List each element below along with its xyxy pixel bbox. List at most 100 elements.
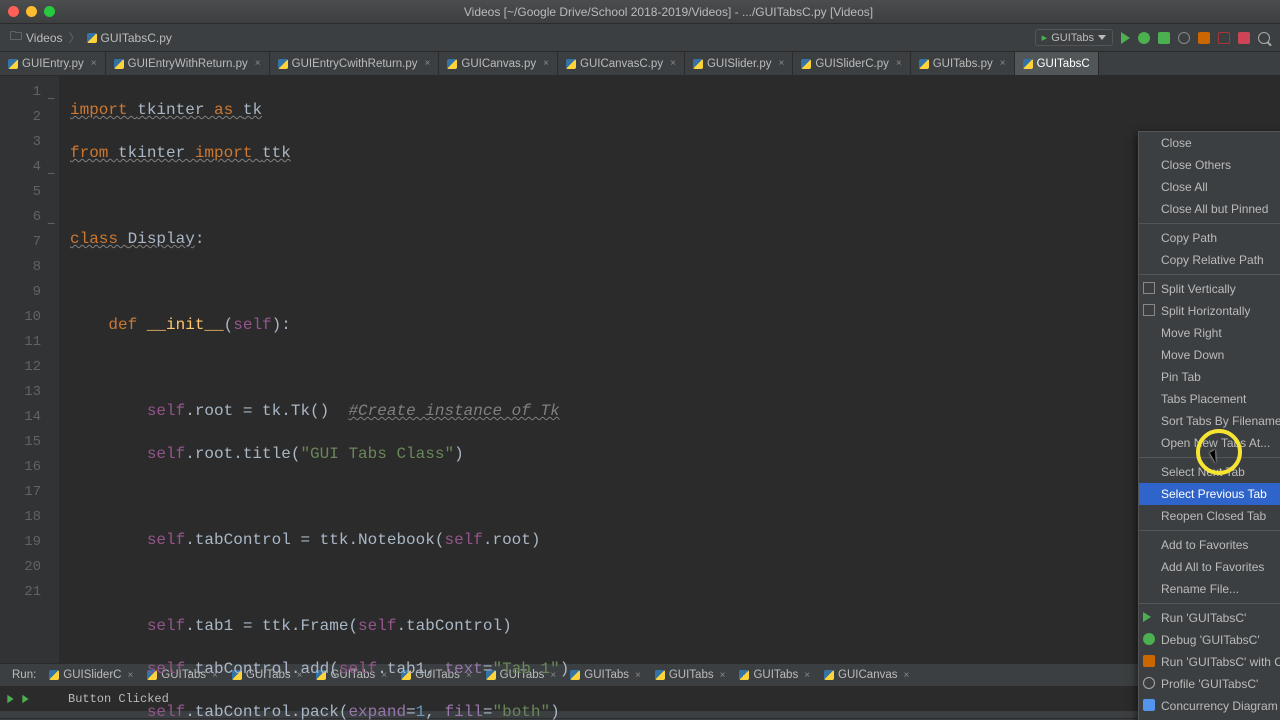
close-window-icon[interactable] bbox=[8, 6, 19, 17]
menu-item-split-vertically[interactable]: Split Vertically bbox=[1139, 278, 1280, 300]
menu-item-pin-tab[interactable]: Pin Tab bbox=[1139, 366, 1280, 388]
menu-item-reopen-closed-tab[interactable]: Reopen Closed Tab bbox=[1139, 505, 1280, 527]
menu-item-move-right[interactable]: Move Right bbox=[1139, 322, 1280, 344]
editor-tab[interactable]: GUITabs.py × bbox=[911, 52, 1015, 75]
python-file-icon bbox=[566, 59, 576, 69]
line-number: 16 bbox=[0, 455, 59, 480]
run-config-icon: ▸ bbox=[1042, 31, 1048, 44]
editor-tab[interactable]: GUISlider.py× bbox=[685, 52, 793, 75]
close-icon[interactable]: × bbox=[543, 58, 549, 69]
close-icon[interactable]: × bbox=[779, 58, 785, 69]
menu-item-copy-relative-path[interactable]: Copy Relative Path bbox=[1139, 249, 1280, 271]
line-number: 6− bbox=[0, 205, 59, 230]
coverage-icon bbox=[1143, 655, 1155, 667]
tab-label: GUIEntryWithReturn.py bbox=[128, 58, 248, 70]
editor-tab[interactable]: GUIEntry.py× bbox=[0, 52, 106, 75]
line-number: 13 bbox=[0, 380, 59, 405]
line-number: 18 bbox=[0, 505, 59, 530]
run-icon[interactable] bbox=[1121, 32, 1130, 44]
debug-icon bbox=[1143, 633, 1155, 645]
tab-label: GUICanvasC.py bbox=[580, 58, 663, 70]
profile-icon[interactable] bbox=[1178, 32, 1190, 44]
line-number: 8 bbox=[0, 255, 59, 280]
python-file-icon bbox=[693, 59, 703, 69]
menu-separator bbox=[1139, 274, 1280, 275]
line-number: 1− bbox=[0, 80, 59, 105]
menu-item-close-all-but-pinned[interactable]: Close All but Pinned bbox=[1139, 198, 1280, 220]
menu-item-run[interactable]: Run 'GUITabsC' bbox=[1139, 607, 1280, 629]
menu-item-add-all-to-favorites[interactable]: Add All to Favorites bbox=[1139, 556, 1280, 578]
stop-icon[interactable] bbox=[1218, 32, 1230, 44]
tab-label: GUITabs.py bbox=[933, 58, 993, 70]
menu-item-debug[interactable]: Debug 'GUITabsC' bbox=[1139, 629, 1280, 651]
python-file-icon bbox=[114, 59, 124, 69]
menu-item-run-coverage[interactable]: Run 'GUITabsC' with Coverage bbox=[1139, 651, 1280, 673]
python-file-icon bbox=[87, 33, 97, 43]
editor-tabs: GUIEntry.py× GUIEntryWithReturn.py × GUIE… bbox=[0, 52, 1280, 76]
menu-item-move-down[interactable]: Move Down bbox=[1139, 344, 1280, 366]
line-number: 20 bbox=[0, 555, 59, 580]
menu-item-add-to-favorites[interactable]: Add to Favorites bbox=[1139, 534, 1280, 556]
window-title: Videos [~/Google Drive/School 2018-2019/… bbox=[65, 5, 1272, 19]
menu-item-close[interactable]: Close bbox=[1139, 132, 1280, 154]
editor-tab[interactable]: GUICanvas.py × bbox=[439, 52, 558, 75]
breadcrumb-file: GUITabsC.py bbox=[101, 31, 172, 45]
run-icon[interactable] bbox=[22, 695, 28, 703]
menu-item-split-horizontally[interactable]: Split Horizontally bbox=[1139, 300, 1280, 322]
line-number: 3 bbox=[0, 130, 59, 155]
menu-item-close-others[interactable]: Close Others bbox=[1139, 154, 1280, 176]
concurrency-icon[interactable] bbox=[1198, 32, 1210, 44]
git-icon[interactable] bbox=[1238, 32, 1250, 44]
rerun-icon[interactable] bbox=[7, 695, 13, 703]
maximize-window-icon[interactable] bbox=[44, 6, 55, 17]
editor-tab[interactable]: GUIEntryCwithReturn.py× bbox=[270, 52, 440, 75]
tab-context-menu: Close Close Others Close All Close All b… bbox=[1138, 131, 1280, 720]
editor-tab-active[interactable]: GUITabsC bbox=[1015, 52, 1099, 75]
breadcrumb-separator: 〉 bbox=[69, 29, 81, 46]
breadcrumb[interactable]: 🗀 Videos 〉 GUITabsC.py bbox=[10, 27, 172, 48]
line-number: 17 bbox=[0, 480, 59, 505]
python-file-icon bbox=[278, 59, 288, 69]
menu-item-select-next-tab[interactable]: Select Next Tab bbox=[1139, 461, 1280, 483]
menu-item-tabs-placement[interactable]: Tabs Placement bbox=[1139, 388, 1280, 410]
run-configuration-dropdown[interactable]: ▸ GUITabs bbox=[1035, 29, 1113, 46]
close-icon[interactable]: × bbox=[425, 58, 431, 69]
tab-label: GUICanvas.py bbox=[461, 58, 536, 70]
close-icon[interactable]: × bbox=[896, 58, 902, 69]
close-icon[interactable]: × bbox=[91, 58, 97, 69]
menu-item-concurrency[interactable]: Concurrency Diagram bbox=[1139, 695, 1280, 717]
menu-item-profile[interactable]: Profile 'GUITabsC' bbox=[1139, 673, 1280, 695]
debug-icon[interactable] bbox=[1138, 32, 1150, 44]
python-file-icon bbox=[49, 670, 59, 680]
editor-area: 1− 2 3 4− 5 6− 7 8 9 10 11 12 13 14 15 1… bbox=[0, 76, 1280, 663]
python-file-icon bbox=[1023, 59, 1033, 69]
python-file-icon bbox=[447, 59, 457, 69]
menu-item-open-new-tabs[interactable]: Open New Tabs At... bbox=[1139, 432, 1280, 454]
editor-tab[interactable]: GUIEntryWithReturn.py × bbox=[106, 52, 270, 75]
line-number: 4− bbox=[0, 155, 59, 180]
editor-tab[interactable]: GUISliderC.py× bbox=[793, 52, 910, 75]
coverage-icon[interactable] bbox=[1158, 32, 1170, 44]
menu-item-rename-file[interactable]: Rename File... bbox=[1139, 578, 1280, 600]
menu-separator bbox=[1139, 223, 1280, 224]
line-number: 5 bbox=[0, 180, 59, 205]
split-vertical-icon bbox=[1143, 282, 1155, 294]
window-controls bbox=[8, 6, 55, 17]
code-editor[interactable]: import tkinter as tk from tkinter import… bbox=[60, 76, 1280, 663]
menu-separator bbox=[1139, 603, 1280, 604]
menu-item-select-previous-tab[interactable]: Select Previous Tab bbox=[1139, 483, 1280, 505]
menu-item-close-all[interactable]: Close All bbox=[1139, 176, 1280, 198]
close-icon[interactable]: × bbox=[1000, 58, 1006, 69]
split-horizontal-icon bbox=[1143, 304, 1155, 316]
chevron-down-icon bbox=[1098, 35, 1106, 40]
menu-item-copy-path[interactable]: Copy Path bbox=[1139, 227, 1280, 249]
close-icon[interactable]: × bbox=[670, 58, 676, 69]
search-icon[interactable] bbox=[1258, 32, 1270, 44]
menu-item-sort-tabs[interactable]: Sort Tabs By Filename bbox=[1139, 410, 1280, 432]
minimize-window-icon[interactable] bbox=[26, 6, 37, 17]
line-number: 14 bbox=[0, 405, 59, 430]
editor-tab[interactable]: GUICanvasC.py × bbox=[558, 52, 685, 75]
python-file-icon bbox=[8, 59, 18, 69]
gutter: 1− 2 3 4− 5 6− 7 8 9 10 11 12 13 14 15 1… bbox=[0, 76, 60, 663]
close-icon[interactable]: × bbox=[255, 58, 261, 69]
